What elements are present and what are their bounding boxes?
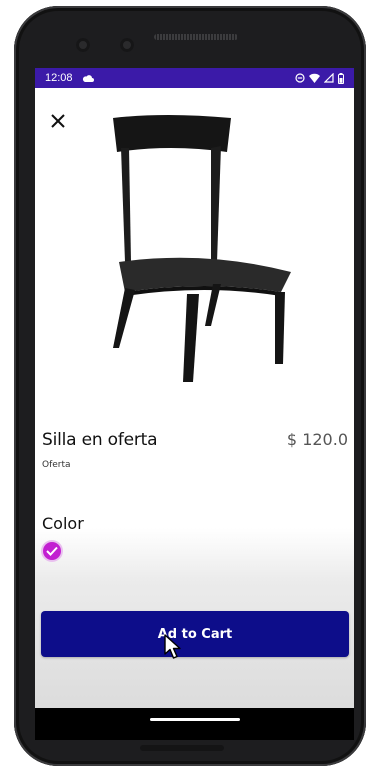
home-indicator[interactable]	[150, 718, 240, 721]
close-icon[interactable]	[49, 112, 67, 130]
product-price: $ 120.0	[286, 430, 348, 449]
product-name: Silla en oferta	[42, 430, 158, 450]
cloud-icon	[82, 75, 94, 82]
color-swatch-selected[interactable]	[43, 542, 61, 560]
screenshot-stage: 12:08 Silla en oferta $ 120.0 Oferta Col…	[0, 0, 371, 768]
do-not-disturb-icon	[295, 73, 305, 83]
add-to-cart-button[interactable]: Ad to Cart	[41, 611, 349, 657]
checkmark-icon	[46, 546, 58, 556]
app-screen: 12:08 Silla en oferta $ 120.0 Oferta Col…	[35, 68, 354, 708]
bottom-speaker	[140, 745, 224, 751]
navigation-bar	[35, 708, 354, 740]
color-heading: Color	[42, 514, 84, 533]
wifi-icon	[309, 73, 320, 83]
product-category: Oferta	[42, 460, 71, 470]
front-camera-left	[76, 38, 90, 52]
status-bar: 12:08	[35, 68, 354, 88]
status-icons	[295, 72, 344, 84]
status-time: 12:08	[45, 72, 73, 84]
signal-icon	[324, 73, 334, 83]
battery-icon	[338, 72, 344, 84]
front-camera-right	[120, 38, 134, 52]
earpiece-speaker	[154, 34, 238, 40]
mouse-pointer-icon	[164, 634, 181, 659]
phone-top-bezel	[14, 6, 366, 68]
black-chair-image	[113, 115, 291, 382]
